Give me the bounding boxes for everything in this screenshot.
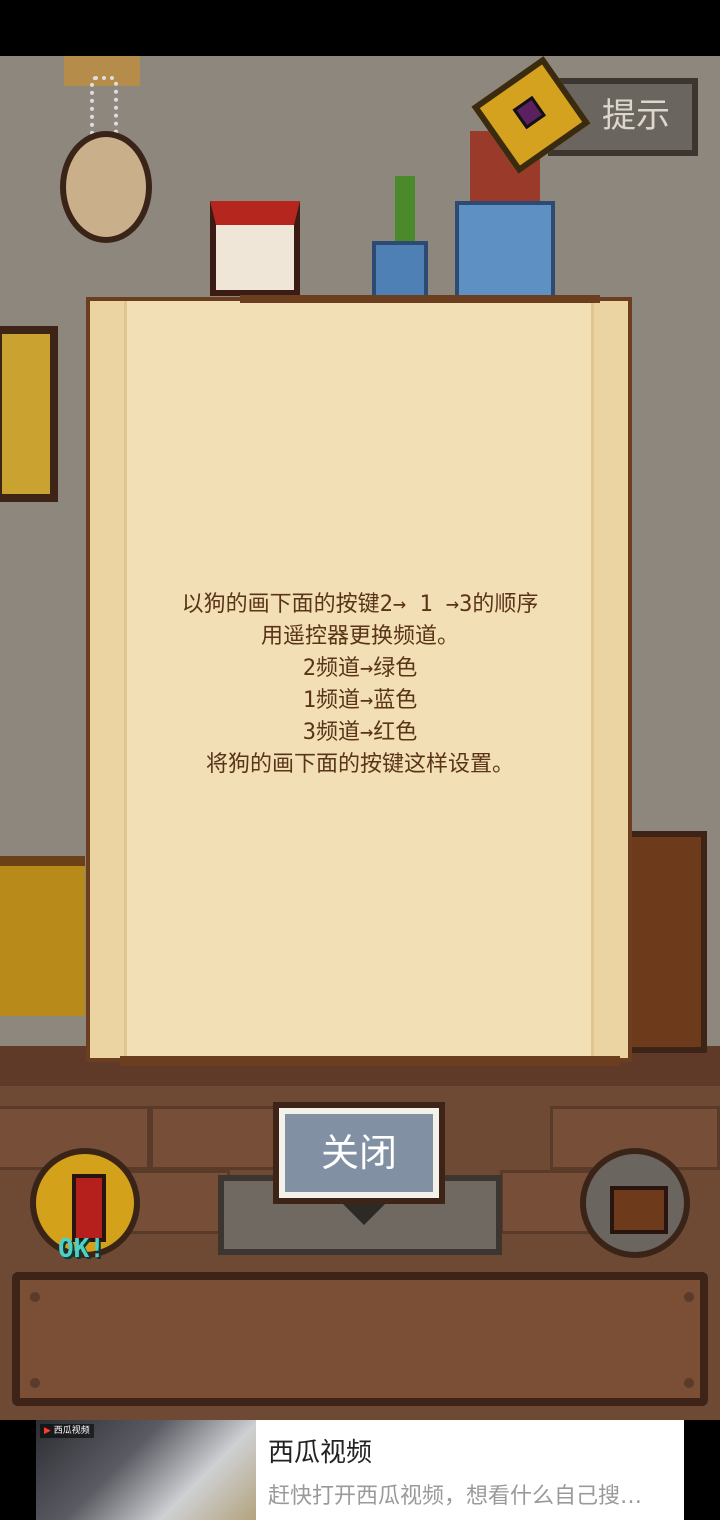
ad-thumb-badge-text: 西瓜视频 bbox=[53, 1426, 90, 1436]
inventory-item-lantern[interactable]: OK! bbox=[30, 1148, 140, 1264]
scroll-edge-left bbox=[90, 301, 127, 1058]
left-cabinet[interactable] bbox=[0, 856, 85, 1016]
inventory-panel bbox=[12, 1272, 708, 1406]
ad-description[interactable]: 赶快打开西瓜视频，想看什么自己搜… bbox=[268, 1478, 678, 1510]
wall-picture-frame[interactable] bbox=[0, 326, 58, 502]
close-button[interactable]: 关闭 bbox=[273, 1102, 445, 1204]
small-blue-vase[interactable] bbox=[372, 241, 428, 301]
scroll-line: 3频道→红色 bbox=[302, 720, 418, 745]
scroll-line: 1频道→蓝色 bbox=[302, 688, 418, 713]
ad-banner[interactable]: ▶ 西瓜视频 西瓜视频 赶快打开西瓜视频，想看什么自己搜… bbox=[36, 1420, 684, 1520]
hint-button-label: 提示 bbox=[602, 96, 670, 136]
scroll-bottom-border bbox=[120, 1056, 620, 1066]
hint-scroll-dialog: 以狗的画下面的按键2→ 1 →3的顺序 用遥控器更换频道。 2频道→绿色 1频道… bbox=[86, 295, 632, 1066]
large-blue-vase[interactable] bbox=[455, 201, 555, 301]
close-button-label: 关闭 bbox=[320, 1131, 397, 1175]
play-icon: ▶ bbox=[44, 1426, 51, 1436]
scroll-edge-right bbox=[591, 301, 628, 1058]
bolt-icon bbox=[684, 1378, 694, 1388]
status-bar bbox=[0, 0, 720, 56]
ad-thumb-badge: ▶ 西瓜视频 bbox=[40, 1424, 94, 1438]
scroll-line: 用遥控器更换频道。 bbox=[260, 624, 459, 649]
game-screen: 提示 OK! 以狗的画下面的按键2→ 1 →3的顺序 用遥控器更换频道。 2频道… bbox=[0, 0, 720, 1520]
right-cabinet[interactable] bbox=[625, 831, 707, 1053]
scroll-message: 以狗的画下面的按键2→ 1 →3的顺序 用遥控器更换频道。 2频道→绿色 1频道… bbox=[130, 589, 590, 781]
ok-badge: OK! bbox=[58, 1234, 105, 1264]
inventory-bag-button[interactable] bbox=[580, 1148, 690, 1258]
scroll-line: 2频道→绿色 bbox=[302, 656, 418, 681]
bolt-icon bbox=[30, 1292, 40, 1302]
scroll-line: 将狗的画下面的按键这样设置。 bbox=[205, 752, 514, 777]
bolt-icon bbox=[684, 1292, 694, 1302]
ad-title[interactable]: 西瓜视频 bbox=[268, 1432, 372, 1469]
ad-thumbnail[interactable]: ▶ 西瓜视频 bbox=[36, 1420, 256, 1520]
scroll-line: 以狗的画下面的按键2→ 1 →3的顺序 bbox=[181, 592, 539, 617]
plant-stem bbox=[395, 176, 415, 246]
chevron-down-icon bbox=[342, 1203, 386, 1225]
lamp[interactable] bbox=[210, 201, 300, 296]
scroll-top-border bbox=[240, 295, 600, 303]
bag-icon bbox=[610, 1186, 668, 1234]
gem-icon bbox=[512, 95, 546, 130]
bolt-icon bbox=[30, 1378, 40, 1388]
lantern-icon bbox=[72, 1174, 106, 1242]
dog-portrait-pendant[interactable] bbox=[60, 131, 152, 243]
